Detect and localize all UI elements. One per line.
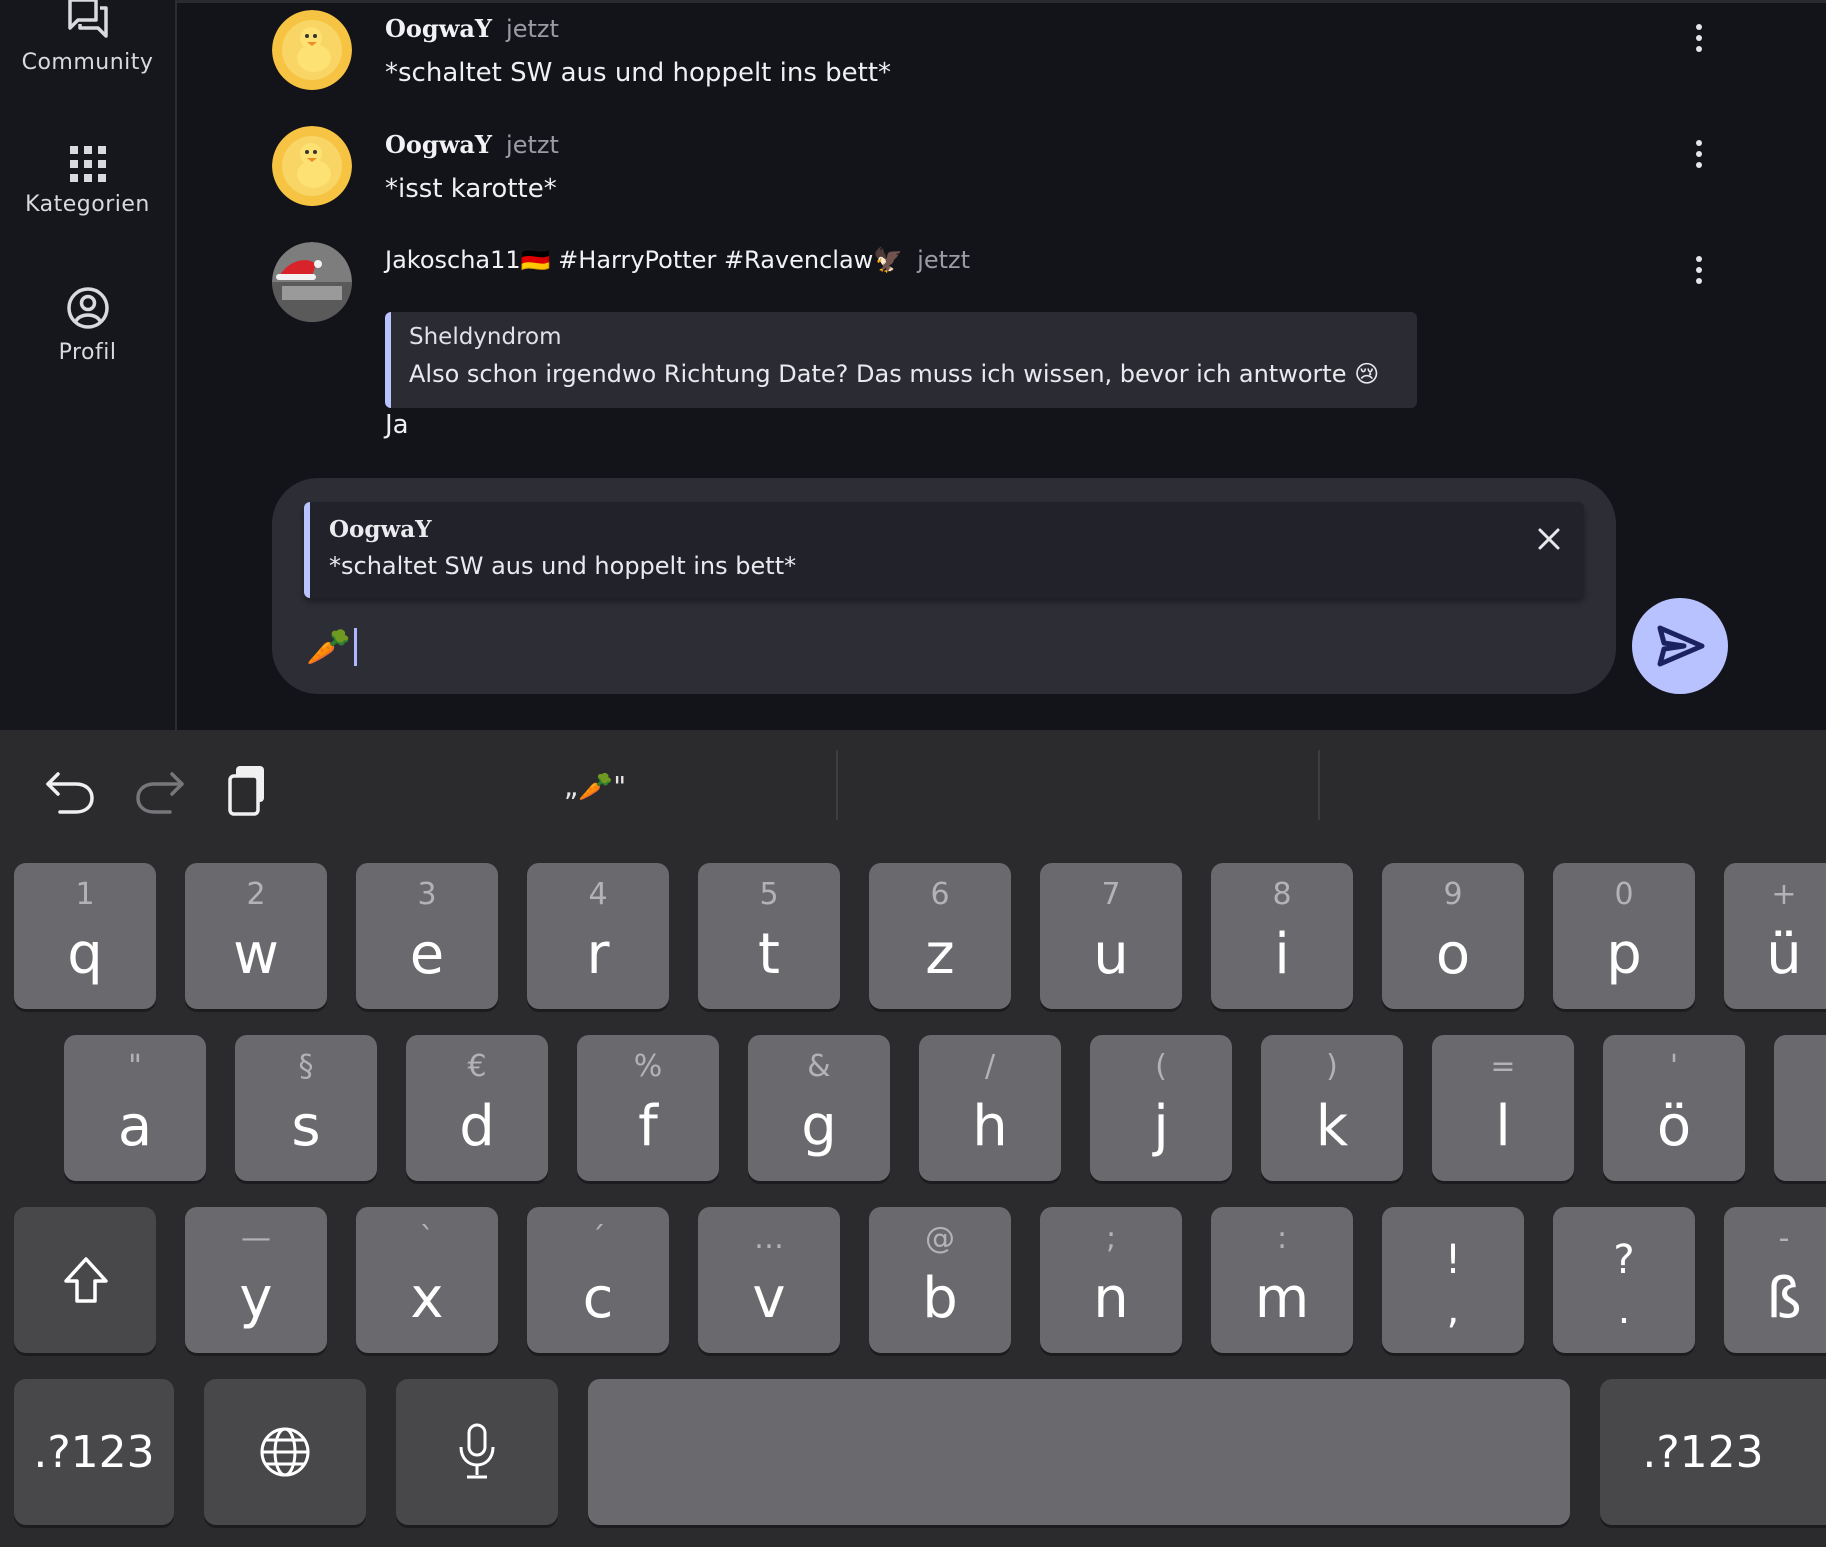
key-d[interactable]: € d (406, 1035, 548, 1181)
key-g[interactable]: & g (748, 1035, 890, 1181)
key-b[interactable]: @ b (869, 1207, 1011, 1353)
message-text: *isst karotte* (385, 174, 557, 204)
chat-message: Jakoscha11🇩🇪 #HarryPotter #Ravenclaw🦅 jet… (272, 242, 1742, 452)
onscreen-keyboard: „🥕" 1q 2w 3e 4r 5t 6z 7u 8i 9o 0p + ü " a … (0, 730, 1826, 1547)
chat-message: OogwaY jetzt *schaltet SW aus und hoppelt… (272, 10, 1742, 100)
shift-key[interactable] (14, 1207, 156, 1353)
key-j[interactable]: (j (1090, 1035, 1232, 1181)
quote-author: Sheldyndrom (409, 324, 562, 350)
key-exclam-comma[interactable]: !, (1382, 1207, 1524, 1353)
undo-icon[interactable] (40, 760, 100, 820)
message-text: Ja (385, 410, 409, 440)
key-w[interactable]: 2w (185, 863, 327, 1009)
symbols-key-right[interactable]: .?123 (1600, 1379, 1826, 1525)
more-vert-icon[interactable] (1694, 24, 1704, 57)
key-oe[interactable]: ' ö (1603, 1035, 1745, 1181)
sidebar-item-label: Community (21, 50, 154, 75)
suggestion-chip[interactable]: „🥕" (440, 756, 750, 816)
message-time: jetzt (506, 131, 559, 159)
key-q[interactable]: 1q (14, 863, 156, 1009)
account-circle-icon (66, 287, 109, 329)
message-author[interactable]: OogwaY (385, 130, 492, 159)
key-a[interactable]: " a (64, 1035, 206, 1181)
send-button[interactable] (1632, 598, 1728, 694)
input-value: 🥕 (306, 627, 351, 668)
key-k[interactable]: ) k (1261, 1035, 1403, 1181)
key-ae-partial[interactable] (1774, 1035, 1826, 1181)
quote-text: Also schon irgendwo Richtung Date? Das m… (409, 360, 1380, 388)
key-i[interactable]: 8i (1211, 863, 1353, 1009)
duck-avatar[interactable] (272, 10, 352, 90)
more-vert-icon[interactable] (1694, 256, 1704, 289)
suggestion-divider (836, 750, 838, 820)
key-t[interactable]: 5t (698, 863, 840, 1009)
message-author[interactable]: Jakoscha11🇩🇪 #HarryPotter #Ravenclaw🦅 (385, 246, 903, 274)
key-x[interactable]: ` x (356, 1207, 498, 1353)
sidebar-item-label: Profil (58, 340, 117, 365)
symbols-key-left[interactable]: .?123 (14, 1379, 174, 1525)
duck-avatar[interactable] (272, 126, 352, 206)
quoted-message[interactable]: Sheldyndrom Also schon irgendwo Richtung… (385, 312, 1417, 408)
microphone-key[interactable] (396, 1379, 558, 1525)
chat-app: Community Kategorien Profil OogwaY jetzt… (0, 0, 1826, 730)
key-m[interactable]: :m (1211, 1207, 1353, 1353)
redo-icon[interactable] (130, 760, 190, 820)
sidebar-item-kategorien[interactable]: Kategorien (0, 146, 175, 217)
key-s[interactable]: § s (235, 1035, 377, 1181)
key-y[interactable]: — y (185, 1207, 327, 1353)
chat-message: OogwaY jetzt *isst karotte* (272, 126, 1742, 216)
sidebar: Community Kategorien Profil (0, 0, 177, 730)
globe-icon (260, 1427, 310, 1477)
space-key[interactable] (588, 1379, 1570, 1525)
sidebar-item-label: Kategorien (25, 192, 150, 217)
message-text: *schaltet SW aus und hoppelt ins bett* (385, 58, 892, 88)
key-ue[interactable]: + ü (1724, 863, 1826, 1009)
keyboard-toolbar: „🥕" (0, 730, 1826, 830)
key-f[interactable]: % f (577, 1035, 719, 1181)
language-key[interactable] (204, 1379, 366, 1525)
key-h[interactable]: / h (919, 1035, 1061, 1181)
message-author[interactable]: OogwaY (385, 14, 492, 43)
shift-icon (64, 1257, 108, 1303)
message-composer: OogwaY *schaltet SW aus und hoppelt ins … (272, 478, 1616, 694)
text-caret (353, 628, 357, 666)
quote-accent-bar (385, 312, 391, 408)
santa-hat-avatar[interactable] (272, 242, 352, 322)
key-sz[interactable]: -ß (1724, 1207, 1826, 1353)
top-divider (0, 0, 1826, 3)
reply-accent-bar (304, 502, 310, 598)
key-n[interactable]: ; n (1040, 1207, 1182, 1353)
microphone-icon (459, 1423, 495, 1479)
sidebar-item-community[interactable]: Community (0, 0, 175, 75)
forum-icon (67, 0, 108, 38)
key-l[interactable]: = l (1432, 1035, 1574, 1181)
send-icon (1657, 625, 1705, 667)
key-question-period[interactable]: ?. (1553, 1207, 1695, 1353)
key-v[interactable]: … v (698, 1207, 840, 1353)
key-p[interactable]: 0p (1553, 863, 1695, 1009)
clipboard-icon[interactable] (220, 760, 280, 820)
reply-preview: OogwaY *schaltet SW aus und hoppelt ins … (304, 502, 1584, 598)
key-c[interactable]: ´ c (527, 1207, 669, 1353)
message-time: jetzt (917, 246, 971, 274)
message-input[interactable]: 🥕 (306, 624, 357, 670)
close-icon[interactable] (1532, 522, 1566, 556)
key-o[interactable]: 9o (1382, 863, 1524, 1009)
key-u[interactable]: 7u (1040, 863, 1182, 1009)
key-e[interactable]: 3e (356, 863, 498, 1009)
reply-author: OogwaY (329, 516, 432, 543)
more-vert-icon[interactable] (1694, 140, 1704, 173)
key-r[interactable]: 4r (527, 863, 669, 1009)
suggestion-divider (1318, 750, 1320, 820)
key-z[interactable]: 6z (869, 863, 1011, 1009)
sidebar-item-profil[interactable]: Profil (0, 286, 175, 365)
reply-text: *schaltet SW aus und hoppelt ins bett* (329, 552, 797, 580)
message-time: jetzt (506, 15, 559, 43)
grid-icon (69, 146, 106, 182)
